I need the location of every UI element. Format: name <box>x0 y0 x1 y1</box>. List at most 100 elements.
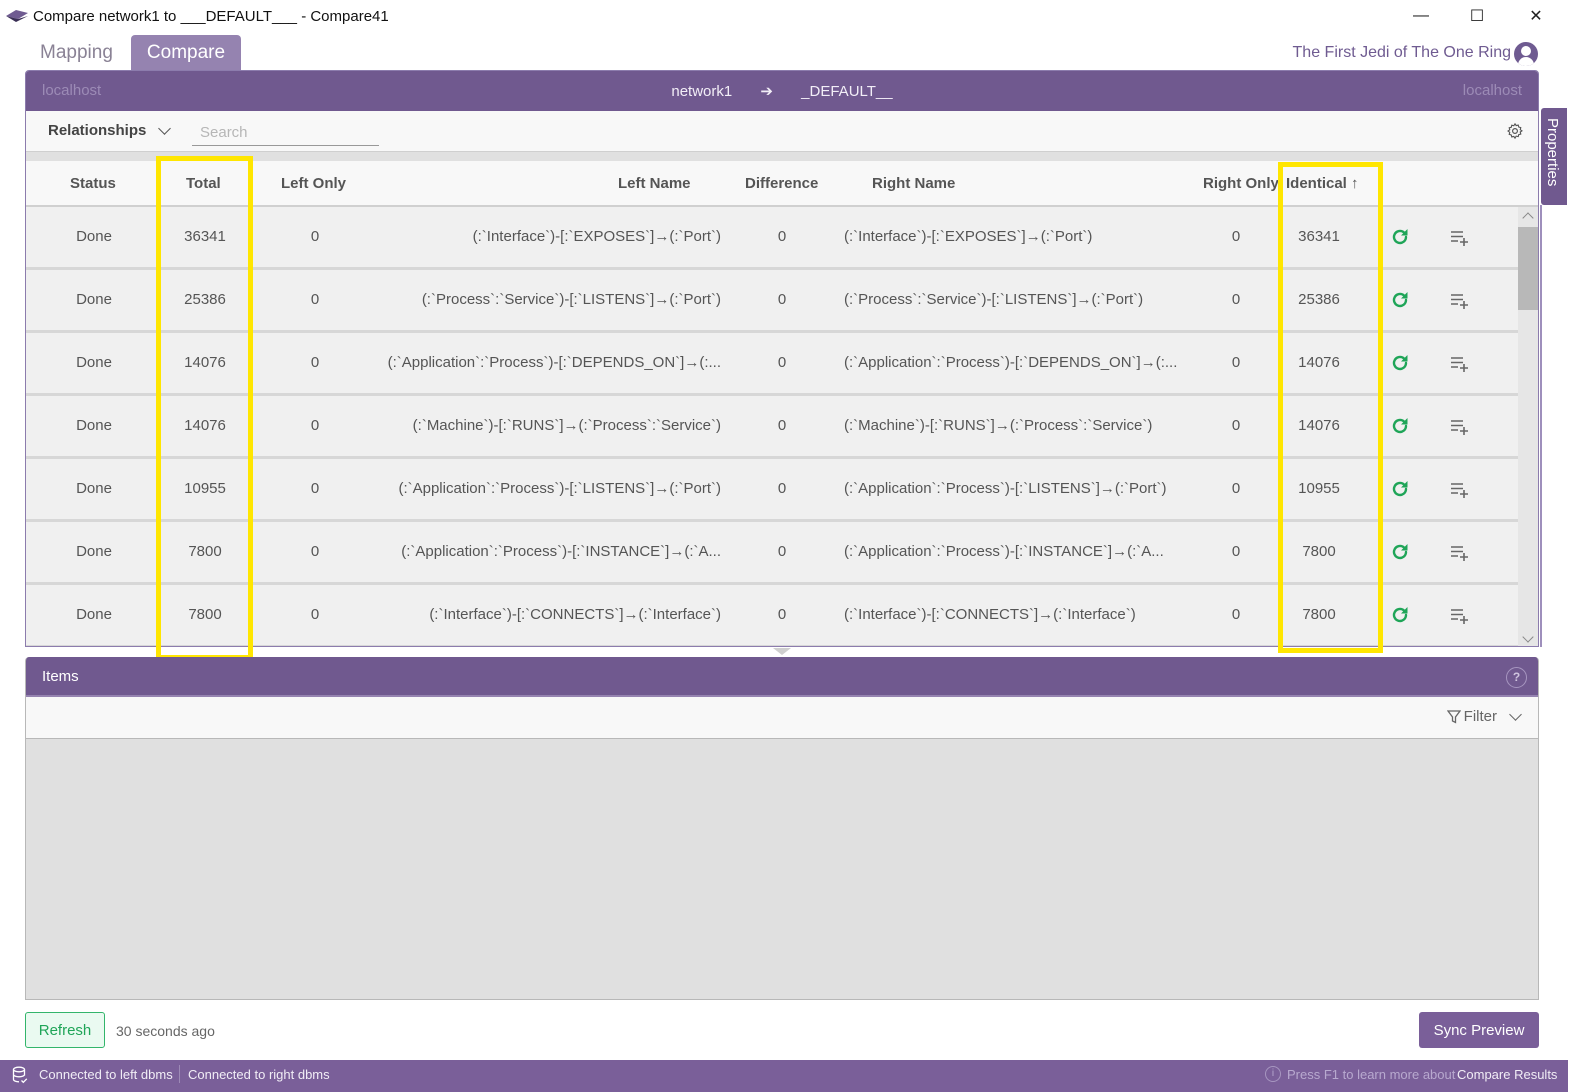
right-name-cell: (:`Process`:`Service`)-[:`LISTENS`]→(:`P… <box>844 291 1144 308</box>
total-cell: 14076 <box>184 417 226 434</box>
refresh-icon[interactable] <box>1390 542 1410 562</box>
refresh-icon[interactable] <box>1390 227 1410 247</box>
left-only-cell: 0 <box>310 480 320 497</box>
refresh-button[interactable]: Refresh <box>25 1012 105 1048</box>
chevron-down-icon <box>158 121 172 135</box>
left-only-cell: 0 <box>310 606 320 623</box>
maximize-button[interactable]: ☐ <box>1454 4 1500 28</box>
table-row[interactable]: Done 10955 0 (:`Application`:`Process`)-[:`… <box>26 459 1518 522</box>
col-header-left-name[interactable]: Left Name <box>618 175 691 192</box>
help-hint-topic[interactable]: Compare Results <box>1457 1067 1557 1082</box>
tab-mapping[interactable]: Mapping <box>25 35 128 71</box>
refresh-icon[interactable] <box>1390 416 1410 436</box>
add-to-list-icon[interactable] <box>1450 544 1470 562</box>
col-header-left-only[interactable]: Left Only <box>281 175 346 192</box>
add-to-list-icon[interactable] <box>1450 229 1470 247</box>
scrollbar-thumb[interactable] <box>1518 227 1538 310</box>
difference-cell: 0 <box>777 417 787 434</box>
identical-cell: 14076 <box>1298 417 1340 434</box>
items-title: Items <box>42 668 79 685</box>
identical-cell: 25386 <box>1298 291 1340 308</box>
scroll-down-icon[interactable] <box>1518 630 1538 646</box>
difference-cell: 0 <box>777 354 787 371</box>
type-dropdown-label: Relationships <box>48 122 147 139</box>
minimize-button[interactable]: — <box>1398 4 1444 28</box>
close-button[interactable]: ✕ <box>1513 4 1559 28</box>
properties-tab-label: Properties <box>1544 118 1561 187</box>
status-cell: Done <box>76 543 112 560</box>
right-name-cell: (:`Application`:`Process`)-[:`INSTANCE`]… <box>844 543 1164 560</box>
toolbar-divider <box>26 152 1538 161</box>
status-cell: Done <box>76 480 112 497</box>
sync-preview-button[interactable]: Sync Preview <box>1419 1012 1539 1048</box>
col-header-total[interactable]: Total <box>186 175 221 192</box>
add-to-list-icon[interactable] <box>1450 607 1470 625</box>
scroll-up-icon[interactable] <box>1518 207 1538 225</box>
add-to-list-icon[interactable] <box>1450 355 1470 373</box>
add-to-list-icon[interactable] <box>1450 292 1470 310</box>
add-to-list-icon[interactable] <box>1450 418 1470 436</box>
table-row[interactable]: Done 25386 0 (:`Process`:`Service`)-[:`LIST… <box>26 270 1518 333</box>
difference-cell: 0 <box>777 228 787 245</box>
refresh-icon[interactable] <box>1390 605 1410 625</box>
col-header-identical[interactable]: Identical ↑ <box>1286 175 1359 192</box>
info-icon: i <box>1265 1066 1281 1082</box>
left-name-cell: (:`Application`:`Process`)-[:`DEPENDS_ON… <box>387 354 721 371</box>
right-name-cell: (:`Interface`)-[:`EXPOSES`]→(:`Port`) <box>844 228 1093 245</box>
total-cell: 25386 <box>184 291 226 308</box>
table-scrollbar[interactable] <box>1518 207 1538 646</box>
type-dropdown[interactable]: Relationships <box>48 121 172 139</box>
difference-cell: 0 <box>777 606 787 623</box>
help-icon[interactable]: ? <box>1506 667 1527 688</box>
properties-tab[interactable]: Properties <box>1541 108 1567 205</box>
left-name-cell: (:`Process`:`Service`)-[:`LISTENS`]→(:`P… <box>421 291 721 308</box>
add-to-list-icon[interactable] <box>1450 481 1470 499</box>
refresh-icon[interactable] <box>1390 290 1410 310</box>
col-header-right-only[interactable]: Right Only <box>1203 175 1279 192</box>
col-header-status[interactable]: Status <box>70 175 116 192</box>
status-cell: Done <box>76 228 112 245</box>
table-row[interactable]: Done 14076 0 (:`Application`:`Process`)-[:`… <box>26 333 1518 396</box>
difference-cell: 0 <box>777 480 787 497</box>
last-refresh-time: 30 seconds ago <box>116 1023 215 1039</box>
left-connection-status: Connected to left dbms <box>39 1067 173 1082</box>
compare-panel: localhost network1 ➔ _DEFAULT__ localhos… <box>25 70 1539 647</box>
total-cell: 10955 <box>184 480 226 497</box>
search-input[interactable] <box>192 119 379 146</box>
col-header-difference[interactable]: Difference <box>745 175 818 192</box>
refresh-icon[interactable] <box>1390 353 1410 373</box>
left-name-cell: (:`Interface`)-[:`EXPOSES`]→(:`Port`) <box>472 228 721 245</box>
left-name-cell: (:`Application`:`Process`)-[:`INSTANCE`]… <box>401 543 721 560</box>
table-row[interactable]: Done 7800 0 (:`Application`:`Process`)-[:`I… <box>26 522 1518 585</box>
items-header: Items ? <box>26 657 1538 697</box>
right-name-cell: (:`Application`:`Process`)-[:`LISTENS`]→… <box>844 480 1167 497</box>
status-divider <box>179 1065 180 1083</box>
identical-cell: 7800 <box>1302 543 1336 560</box>
filter-dropdown[interactable]: Filter <box>1446 707 1522 725</box>
window-title: Compare network1 to ___DEFAULT___ - Comp… <box>33 8 389 25</box>
left-name-cell: (:`Application`:`Process`)-[:`LISTENS`]→… <box>398 480 721 497</box>
left-only-cell: 0 <box>310 228 320 245</box>
table-row[interactable]: Done 14076 0 (:`Machine`)-[:`RUNS`]→(:`Proc… <box>26 396 1518 459</box>
panel-splitter[interactable] <box>25 647 1539 657</box>
gear-icon[interactable] <box>1506 122 1524 140</box>
left-name-cell: (:`Interface`)-[:`CONNECTS`]→(:`Interfac… <box>429 606 721 623</box>
tab-compare[interactable]: Compare <box>131 35 241 71</box>
help-hint: Press F1 to learn more about <box>1287 1067 1456 1082</box>
right-name-cell: (:`Interface`)-[:`CONNECTS`]→(:`Interfac… <box>844 606 1136 623</box>
col-header-right-name[interactable]: Right Name <box>872 175 955 192</box>
chevron-down-icon <box>1509 707 1522 721</box>
total-cell: 7800 <box>188 606 222 623</box>
user-circle-icon[interactable] <box>1514 42 1538 66</box>
right-host: localhost <box>1462 82 1522 99</box>
refresh-icon[interactable] <box>1390 479 1410 499</box>
total-cell: 36341 <box>184 228 226 245</box>
user-name[interactable]: The First Jedi of The One Ring <box>1293 44 1511 62</box>
connection-summary: network1 ➔ _DEFAULT__ <box>26 82 1538 100</box>
splitter-handle-icon[interactable] <box>773 648 791 655</box>
properties-divider <box>1540 205 1542 647</box>
table-row[interactable]: Done 7800 0 (:`Interface`)-[:`CONNECTS`]→(:… <box>26 585 1518 646</box>
left-only-cell: 0 <box>310 417 320 434</box>
table-row[interactable]: Done 36341 0 (:`Interface`)-[:`EXPOSES`]→(:… <box>26 207 1518 270</box>
left-name-cell: (:`Machine`)-[:`RUNS`]→(:`Process`:`Serv… <box>412 417 721 434</box>
